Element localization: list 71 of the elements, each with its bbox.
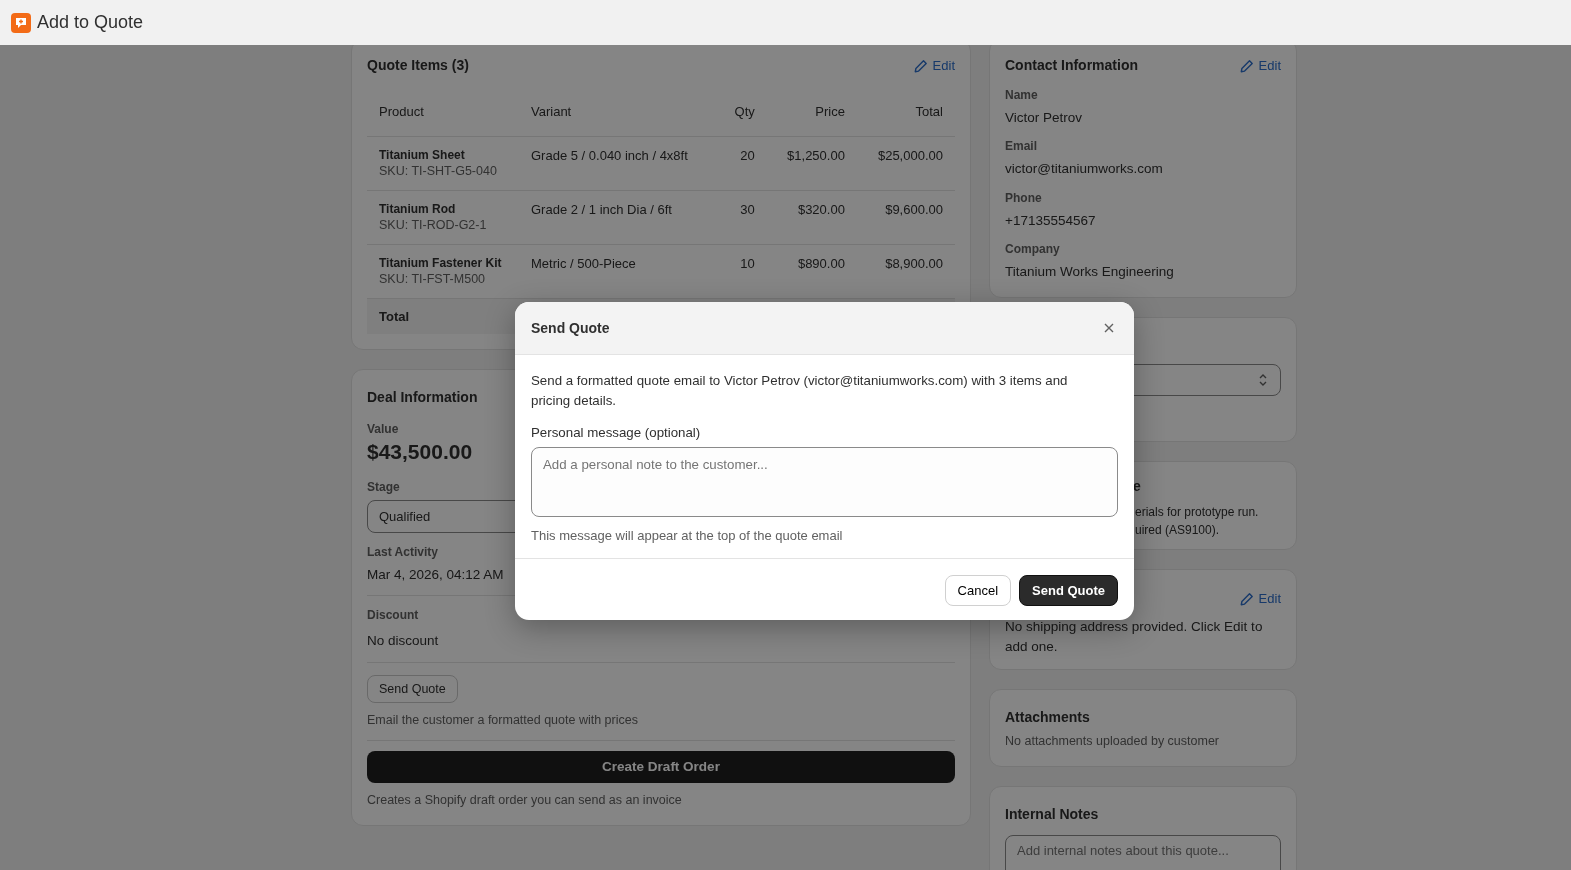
table-cell: $9,600.00: [856, 190, 955, 245]
table-cell: $890.00: [766, 244, 857, 299]
note-text: uired (AS9100).: [1135, 522, 1220, 539]
total-label: Total: [379, 308, 410, 324]
last-activity-value: Mar 4, 2026, 04:12 AM: [367, 566, 504, 585]
table-cell: 30: [718, 190, 767, 245]
edit-link[interactable]: Edit: [913, 55, 955, 76]
edit-link[interactable]: Edit: [1239, 589, 1281, 609]
table-cell: 20: [718, 136, 767, 191]
send-quote-hint: Email the customer a formatted quote with prices: [367, 712, 638, 730]
create-draft-order-button[interactable]: Create Draft Order: [367, 751, 955, 784]
field-label: Discount: [367, 607, 419, 625]
pencil-icon: [1239, 58, 1254, 73]
chevron-updown-icon: [1258, 373, 1268, 387]
edit-link[interactable]: Edit: [1239, 55, 1281, 76]
card-title: Internal Notes: [1005, 804, 1099, 824]
speech-bubble-icon: [11, 12, 31, 33]
cancel-button[interactable]: Cancel: [944, 574, 1012, 607]
column-header: Price: [766, 88, 857, 136]
field-label: Stage: [367, 478, 400, 496]
dialog-title: Send Quote: [531, 318, 610, 338]
pencil-icon: [1239, 591, 1254, 606]
field-label: Value: [367, 421, 399, 439]
attachments-text: No attachments uploaded by customer: [1005, 733, 1219, 750]
field-value: victor@titaniumworks.com: [1005, 160, 1163, 179]
product-sku: SKU: TI-FST-M500: [379, 270, 487, 288]
discount-value: No discount: [367, 632, 439, 651]
field-value: Titanium Works Engineering: [1005, 262, 1174, 281]
field-label: Phone: [1005, 189, 1042, 207]
card-title: Contact Information: [1005, 56, 1138, 75]
field-label: Email: [1005, 138, 1037, 156]
app-title: Add to Quote: [37, 11, 144, 34]
table-cell: Grade 5 / 0.040 inch / 4x8ft: [519, 136, 719, 191]
help-text: This message will appear at the top of the quote email: [531, 527, 843, 546]
table-cell: $320.00: [766, 190, 857, 245]
field-label: Personal message (optional): [531, 424, 701, 442]
table-cell: $25,000.00: [856, 136, 955, 191]
shipping-text: No shipping address provided. Click Edit to add one.: [1005, 617, 1264, 656]
card-title: e: [1133, 477, 1141, 496]
message-field[interactable]: Add a personal note to the customer...: [531, 446, 1118, 517]
field-label: Company: [1005, 240, 1060, 258]
card-title: Attachments: [1005, 708, 1090, 727]
dialog-message: Send a formatted quote email to Victor Petrov (victor@titaniumworks.com) with 3 items and pricing details.: [531, 372, 1069, 410]
send-quote-button[interactable]: Send Quote: [367, 674, 458, 704]
column-header: Product: [367, 88, 519, 136]
note-text: erials for prototype run.: [1135, 504, 1259, 521]
table-cell: Grade 2 / 1 inch Dia / 6ft: [519, 190, 719, 245]
card-title: Deal Information: [367, 388, 478, 408]
table-cell: $1,250.00: [766, 136, 857, 191]
product-name: Titanium Sheet: [379, 146, 466, 163]
column-header: Variant: [519, 88, 719, 136]
product-name: Titanium Rod: [379, 200, 457, 217]
notes-field[interactable]: Add internal notes about this quote...: [1005, 834, 1281, 870]
card-title: Quote Items (3): [367, 56, 469, 75]
column-header: Qty: [718, 88, 767, 136]
table-cell: 10: [718, 244, 767, 299]
table-cell: Metric / 500-Piece: [519, 244, 719, 299]
field-label: Name: [1005, 87, 1038, 104]
column-header: Total: [856, 88, 955, 136]
close-icon: [1104, 323, 1114, 333]
product-sku: SKU: TI-SHT-G5-040: [379, 162, 498, 180]
pencil-icon: [913, 58, 928, 73]
send-quote-button[interactable]: Send Quote: [1019, 574, 1118, 607]
field-value: Victor Petrov: [1005, 109, 1083, 127]
deal-value: $43,500.00: [367, 439, 473, 466]
product-sku: SKU: TI-ROD-G2-1: [379, 216, 488, 234]
field-value: +17135554567: [1005, 211, 1096, 230]
field-label: Last Activity: [367, 544, 438, 562]
product-name: Titanium Fastener Kit: [379, 254, 503, 271]
table-cell: $8,900.00: [856, 244, 955, 299]
create-draft-order-hint: Creates a Shopify draft order you can send as an invoice: [367, 792, 682, 810]
